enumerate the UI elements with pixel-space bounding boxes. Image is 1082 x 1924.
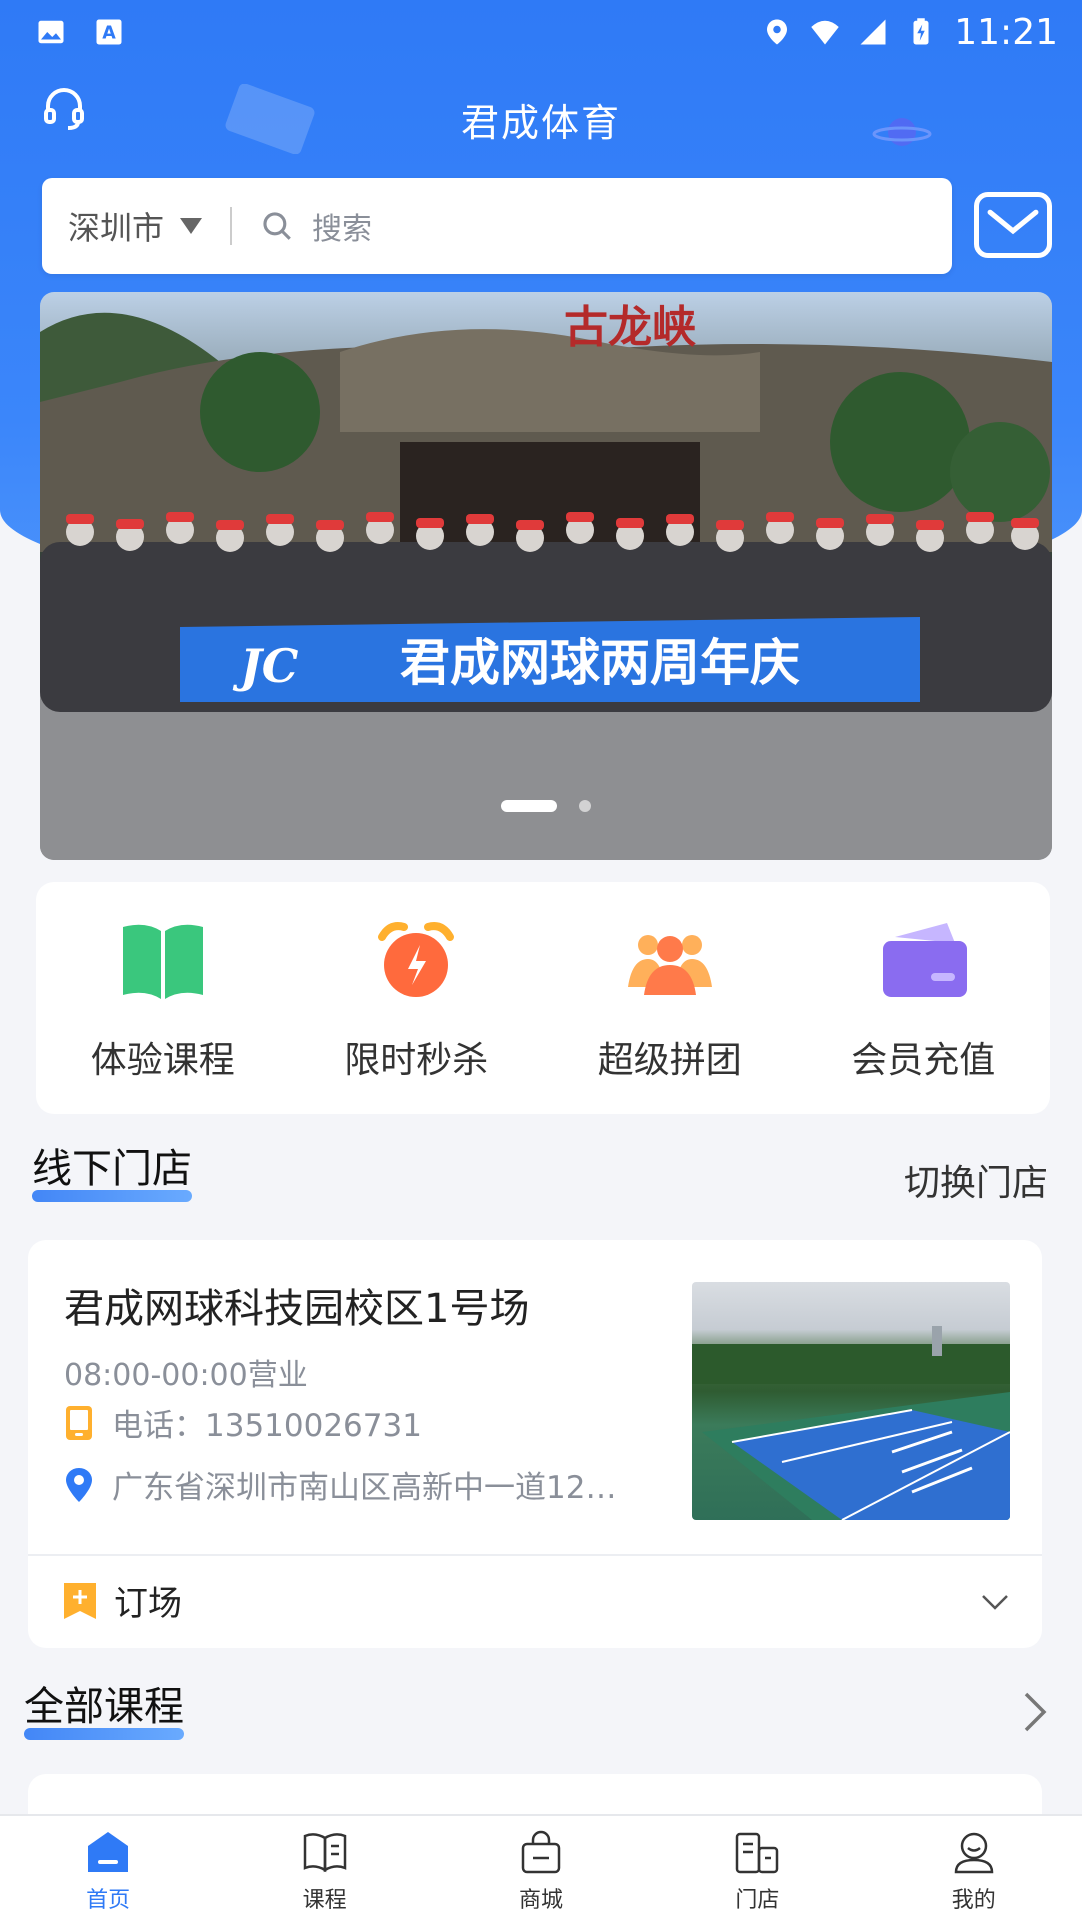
book-outline-icon [303, 1833, 346, 1873]
book-court-label: 订场 [114, 1584, 182, 1624]
carousel-dot-active[interactable] [501, 800, 557, 812]
section-title-stores: 线下门店 [32, 1136, 192, 1202]
store-address-text: 广东省深圳市南山区高新中一道12… [112, 1470, 617, 1506]
store-name: 君成网球科技园校区1号场 [64, 1286, 530, 1332]
store-hours: 08:00-00:00营业 [64, 1358, 308, 1393]
decorative-card-icon [225, 84, 315, 154]
message-icon[interactable] [974, 192, 1052, 258]
search-row: 深圳市 搜索 [42, 178, 1052, 274]
location-pin-icon [66, 1467, 92, 1502]
booking-tag-icon [64, 1582, 96, 1619]
quick-label: 超级拼团 [597, 1040, 742, 1081]
tab-label: 商城 [518, 1888, 563, 1913]
quick-label: 会员充值 [851, 1040, 996, 1081]
book-icon [122, 924, 203, 999]
tab-shop[interactable]: 商城 [461, 1828, 621, 1914]
quick-label: 限时秒杀 [344, 1040, 489, 1081]
group-icon [627, 935, 712, 995]
city-label: 深圳市 [68, 209, 165, 247]
status-time: 11:21 [954, 11, 1058, 53]
divider [230, 207, 233, 245]
banner-logo-text: JC [232, 639, 299, 693]
headset-icon[interactable] [40, 84, 88, 132]
store-photo [692, 1282, 1010, 1520]
gallery-icon [38, 20, 64, 44]
signal-icon [860, 19, 886, 45]
banner-sign-text: 古龙峡 [564, 302, 696, 353]
promo-banner[interactable]: 古龙峡 JC 君成网球两周年庆 [40, 292, 1052, 860]
carousel-dot[interactable] [579, 800, 591, 812]
banner-headline: 君成网球两周年庆 [400, 634, 800, 692]
battery-icon [913, 18, 929, 45]
phone-icon [66, 1405, 92, 1440]
location-icon [767, 19, 788, 45]
store-phone[interactable]: 电话：13510026731 [64, 1400, 422, 1445]
user-icon [954, 1832, 994, 1874]
svg-text:A: A [102, 23, 116, 43]
tab-label: 首页 [86, 1888, 131, 1913]
section-title-text: 线下门店 [32, 1146, 192, 1192]
store-card[interactable]: 君成网球科技园校区1号场 08:00-00:00营业 电话：1351002673… [28, 1240, 1042, 1648]
switch-store-link[interactable]: 切换门店 [904, 1154, 1048, 1206]
tab-courses[interactable]: 课程 [245, 1828, 405, 1914]
search-box[interactable]: 深圳市 搜索 [42, 178, 952, 274]
chevron-right-icon[interactable] [1018, 1688, 1052, 1736]
quick-trial-course[interactable]: 体验课程 [53, 913, 273, 1083]
app-header: 君成体育 [0, 64, 1082, 174]
status-bar: A 11:21 [0, 0, 1082, 64]
banner-photo: 古龙峡 JC 君成网球两周年庆 [40, 302, 1052, 860]
tab-label: 门店 [735, 1888, 780, 1913]
tab-profile[interactable]: 我的 [894, 1828, 1054, 1914]
quick-label: 体验课程 [90, 1040, 235, 1081]
quick-actions: 体验课程 限时秒杀 超级拼团 会员充值 [36, 882, 1050, 1114]
card-icon [883, 923, 968, 997]
quick-flash-sale[interactable]: 限时秒杀 [306, 913, 526, 1083]
tab-stores[interactable]: 门店 [677, 1828, 837, 1914]
search-icon [263, 212, 291, 240]
divider [28, 1554, 1042, 1556]
store-phone-text: 电话：13510026731 [112, 1408, 422, 1444]
carousel-indicators [40, 800, 1052, 812]
book-court-row[interactable]: 订场 [62, 1576, 182, 1625]
tab-home[interactable]: 首页 [28, 1828, 188, 1914]
chevron-down-icon[interactable] [980, 1592, 1010, 1612]
search-input[interactable]: 搜索 [312, 204, 372, 248]
planet-icon [872, 118, 932, 146]
store-address[interactable]: 广东省深圳市南山区高新中一道12… [64, 1462, 616, 1507]
alarm-clock-icon [378, 922, 455, 997]
quick-group-buy[interactable]: 超级拼团 [560, 913, 780, 1083]
shopping-bag-icon [521, 1830, 561, 1874]
city-selector[interactable]: 深圳市 [68, 203, 203, 249]
keyboard-a-icon: A [96, 19, 122, 45]
quick-member-topup[interactable]: 会员充值 [813, 913, 1033, 1083]
home-icon [88, 1832, 129, 1872]
tab-label: 我的 [951, 1888, 996, 1913]
section-title-text: 全部课程 [24, 1684, 184, 1730]
section-title-courses: 全部课程 [24, 1674, 184, 1740]
tab-label: 课程 [302, 1888, 347, 1913]
page-title: 君成体育 [460, 100, 621, 145]
wifi-icon [811, 20, 839, 45]
dropdown-triangle-icon [180, 218, 203, 234]
bottom-tab-bar: 首页 课程 商城 门店 我的 [0, 1814, 1082, 1924]
store-building-icon [736, 1832, 779, 1874]
